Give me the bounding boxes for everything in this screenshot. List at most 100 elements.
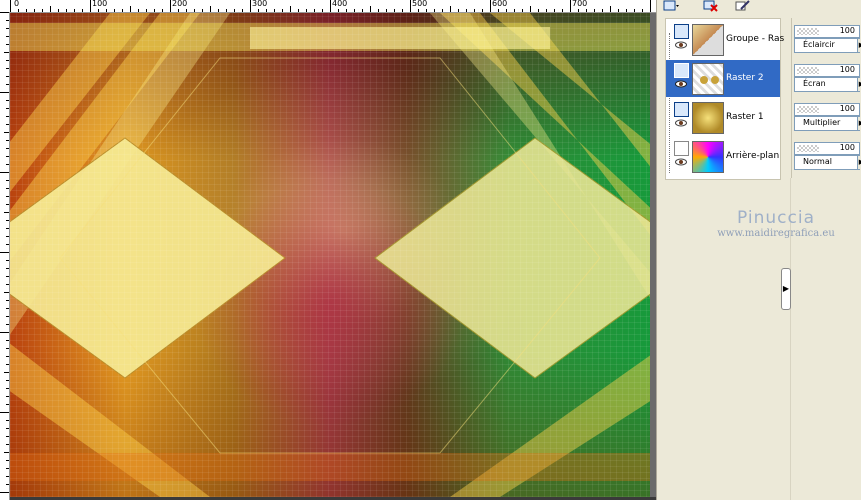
opacity-slider[interactable]: 100 — [794, 25, 860, 38]
blend-controls-groupe: 100 Éclaircir ▶ — [794, 24, 861, 61]
ruler-tick — [346, 9, 347, 12]
blend-mode-value: Normal — [803, 157, 832, 166]
blend-mode-select[interactable]: Normal ▶ — [794, 155, 861, 170]
ruler-tick — [642, 9, 643, 12]
ruler-tick — [6, 364, 9, 365]
ruler-tick — [74, 9, 75, 12]
ruler-tick — [6, 60, 9, 61]
opacity-value: 100 — [839, 26, 855, 35]
layer-name: Raster 2 — [726, 73, 764, 83]
opacity-slider[interactable]: 100 — [794, 103, 860, 116]
layer-mask-icon[interactable] — [674, 141, 689, 156]
ruler-tick — [82, 9, 83, 12]
ruler-tick — [6, 380, 9, 381]
image-canvas[interactable] — [10, 13, 650, 497]
collapse-panel-handle[interactable]: ▶ — [781, 268, 791, 310]
ruler-tick — [6, 188, 9, 189]
transparency-swatch — [797, 28, 819, 35]
ruler-tick — [474, 9, 475, 12]
ruler-tick — [42, 9, 43, 12]
ruler-tick — [4, 52, 9, 53]
ruler-tick — [6, 220, 9, 221]
layer-row-groupe-raster[interactable]: Groupe - Ras — [666, 21, 784, 58]
chevron-right-icon[interactable]: ▶ — [857, 78, 861, 91]
layer-mask-icon[interactable] — [674, 63, 689, 78]
layer-thumbnail — [692, 24, 724, 56]
layers-list: Groupe - Ras Raster 2 Raster 1 Arrière-p… — [665, 18, 784, 180]
opacity-slider[interactable]: 100 — [794, 142, 860, 155]
ruler-tick — [362, 9, 363, 12]
eye-icon[interactable] — [675, 158, 687, 166]
ruler-label: 500 — [412, 0, 428, 8]
chevron-right-icon[interactable]: ▶ — [857, 117, 861, 130]
ruler-tick — [18, 9, 19, 12]
ruler-label: 700 — [572, 0, 588, 8]
layer-thumbnail — [692, 63, 724, 95]
ruler-tick — [178, 9, 179, 12]
ruler-tick — [6, 116, 9, 117]
ruler-tick — [4, 372, 9, 373]
ruler-tick — [6, 428, 9, 429]
ruler-tick — [6, 460, 9, 461]
layer-name: Arrière-plan — [726, 151, 780, 161]
ruler-tick — [6, 300, 9, 301]
blend-mode-select[interactable]: Éclaircir ▶ — [794, 38, 861, 53]
ruler-tick — [458, 9, 459, 12]
layer-mask-icon[interactable] — [674, 102, 689, 117]
opacity-slider[interactable]: 100 — [794, 64, 860, 77]
ruler-tick — [0, 252, 9, 253]
ruler-tick — [506, 9, 507, 12]
ruler-tick — [6, 108, 9, 109]
eye-icon[interactable] — [675, 80, 687, 88]
edit-layer-icon[interactable] — [735, 0, 751, 14]
ruler-tick — [6, 28, 9, 29]
ruler-tick — [6, 236, 9, 237]
ruler-tick — [114, 9, 115, 12]
ruler-tick — [58, 9, 59, 12]
blend-controls-arriere-plan: 100 Normal ▶ — [794, 141, 861, 178]
ruler-tick — [0, 92, 9, 93]
ruler-tick — [490, 0, 491, 12]
layer-row-arriere-plan[interactable]: Arrière-plan — [666, 138, 780, 175]
ruler-tick — [546, 9, 547, 12]
chevron-right-icon[interactable]: ▶ — [857, 156, 861, 169]
ruler-tick — [6, 348, 9, 349]
ruler-label: 600 — [492, 0, 508, 8]
ruler-tick — [6, 340, 9, 341]
ruler-tick — [0, 332, 9, 333]
new-layer-icon[interactable] — [663, 0, 679, 14]
delete-layer-icon[interactable] — [703, 0, 719, 14]
ruler-label: 400 — [332, 0, 348, 8]
layer-row-raster-2[interactable]: Raster 2 — [666, 60, 780, 97]
ruler-tick — [6, 420, 9, 421]
ruler-tick — [6, 100, 9, 101]
ruler-tick — [426, 9, 427, 12]
ruler-tick — [6, 84, 9, 85]
image-canvas-area[interactable] — [10, 13, 656, 500]
layer-row-raster-1[interactable]: Raster 1 — [666, 99, 780, 136]
ruler-tick — [634, 9, 635, 12]
blend-mode-value: Éclaircir — [803, 40, 835, 49]
blend-mode-select[interactable]: Multiplier ▶ — [794, 116, 861, 131]
ruler-tick — [186, 9, 187, 12]
ruler-tick — [138, 9, 139, 12]
transparency-swatch — [797, 106, 819, 113]
blend-mode-select[interactable]: Écran ▶ — [794, 77, 861, 92]
ruler-tick — [6, 44, 9, 45]
blend-controls-raster-2: 100 Écran ▶ — [794, 63, 861, 100]
ruler-tick — [6, 148, 9, 149]
ruler-tick — [354, 9, 355, 12]
ruler-tick — [66, 9, 67, 12]
ruler-tick — [370, 6, 371, 12]
eye-icon[interactable] — [675, 119, 687, 127]
ruler-tick — [594, 9, 595, 12]
ruler-tick — [0, 12, 9, 13]
ruler-tick — [218, 9, 219, 12]
ruler-tick — [6, 180, 9, 181]
ruler-tick — [122, 9, 123, 12]
chevron-right-icon[interactable]: ▶ — [857, 39, 861, 52]
ruler-tick — [0, 172, 9, 173]
eye-icon[interactable] — [675, 41, 687, 49]
layer-mask-icon[interactable] — [674, 24, 689, 39]
ruler-tick — [6, 204, 9, 205]
